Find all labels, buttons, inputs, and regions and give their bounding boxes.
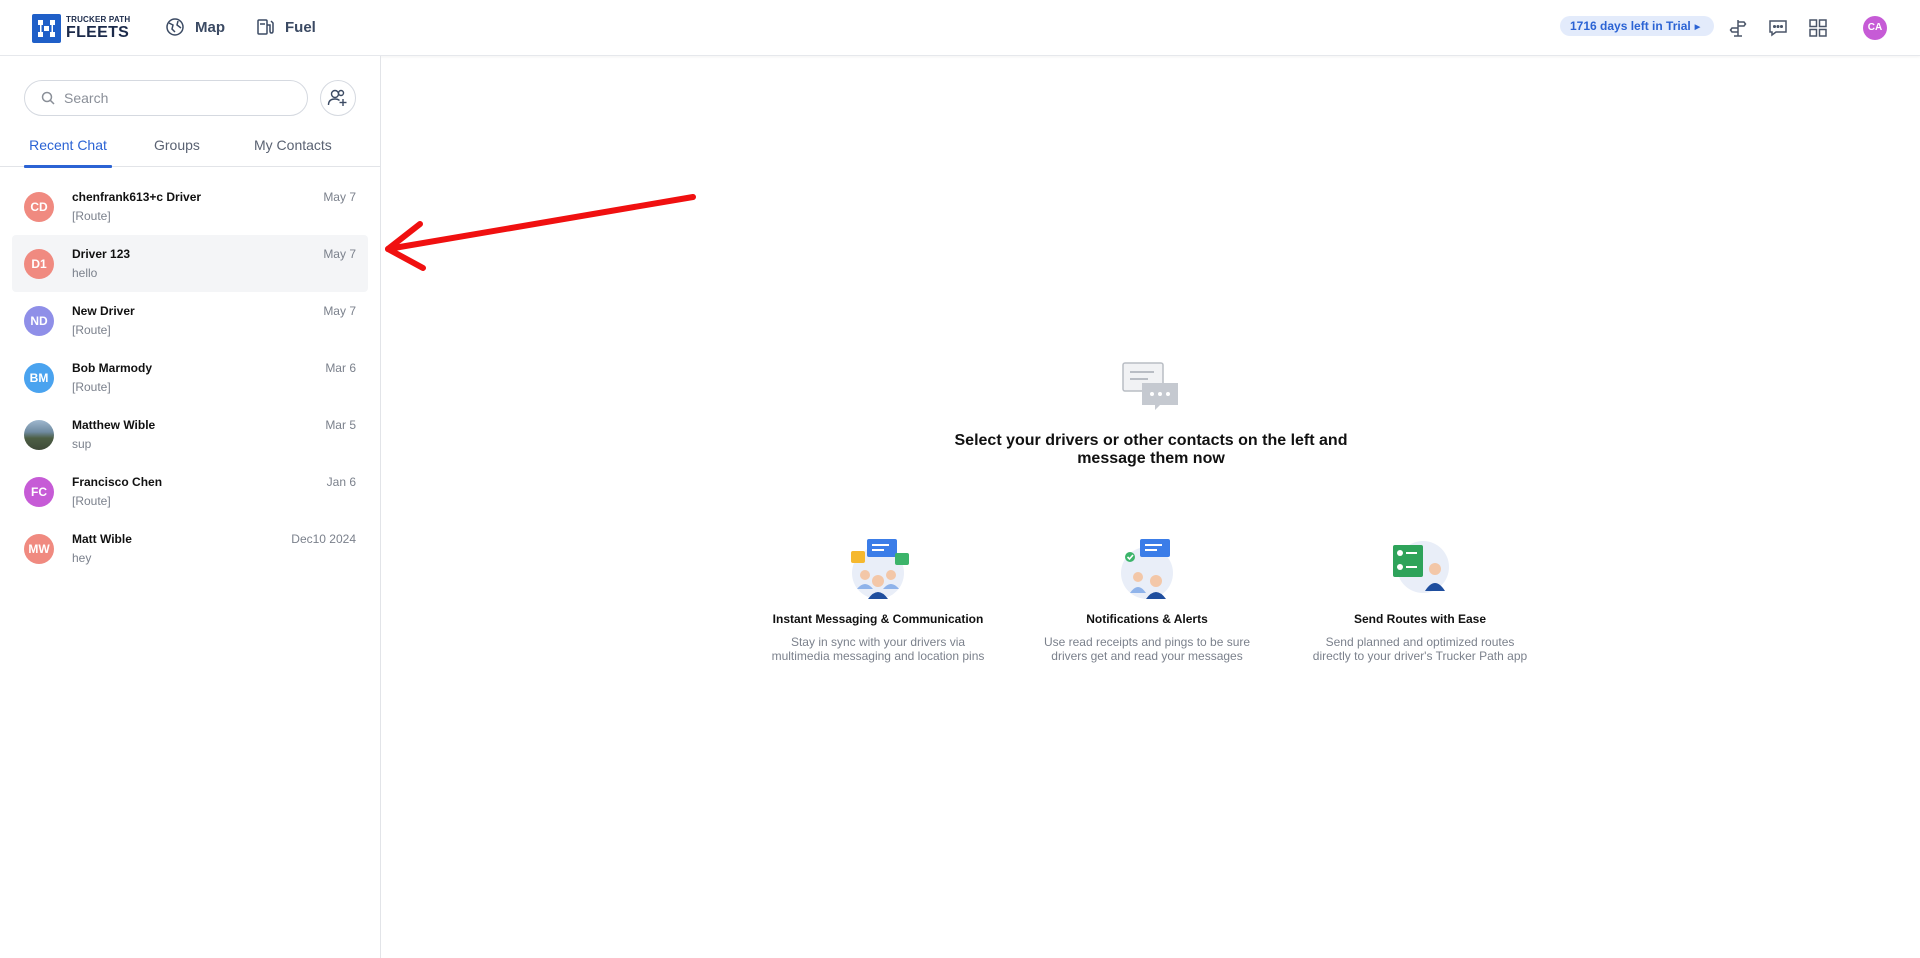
avatar: ND xyxy=(24,306,54,336)
fleets-logo[interactable]: TRUCKER PATH FLEETS xyxy=(32,14,130,43)
avatar: FC xyxy=(24,477,54,507)
add-contact-button[interactable] xyxy=(320,80,356,116)
message-preview: hey xyxy=(72,551,92,565)
contact-name: Francisco Chen xyxy=(72,475,163,489)
add-user-icon xyxy=(327,89,347,106)
avatar: D1 xyxy=(24,249,54,279)
nav-map-label: Map xyxy=(195,18,225,36)
feature-instant-messaging: Instant Messaging & Communication Stay i… xyxy=(763,537,993,663)
contact-name: New Driver xyxy=(72,304,135,318)
logo-brand-top: TRUCKER PATH xyxy=(66,15,131,24)
chat-list-item[interactable]: ND New Driver [Route] May 7 xyxy=(12,292,368,349)
feature-title: Notifications & Alerts xyxy=(1086,612,1208,626)
feature-description: Use read receipts and pings to be sure d… xyxy=(1043,635,1251,663)
nav-fuel[interactable]: Fuel xyxy=(255,17,316,37)
chat-list-item[interactable]: MW Matt Wible hey Dec10 2024 xyxy=(12,520,368,577)
signpost-icon[interactable] xyxy=(1727,17,1749,39)
messaging-illustration-icon xyxy=(851,539,909,599)
chat-sidebar: Recent Chat Groups My Contacts CD chenfr… xyxy=(0,56,381,958)
chat-list-item[interactable]: Matthew Wible sup Mar 5 xyxy=(12,406,368,463)
feature-description: Send planned and optimized routes direct… xyxy=(1312,635,1528,663)
avatar: BM xyxy=(24,363,54,393)
fuel-pump-icon xyxy=(257,19,274,35)
search-input[interactable] xyxy=(64,90,284,106)
message-date: May 7 xyxy=(323,247,356,261)
feature-description: Stay in sync with your drivers via multi… xyxy=(771,635,985,663)
feature-send-routes: Send Routes with Ease Send planned and o… xyxy=(1305,537,1535,663)
message-date: Dec10 2024 xyxy=(291,532,356,546)
trial-status-text: 1716 days left in Trial xyxy=(1570,19,1691,33)
recent-chat-list: CD chenfrank613+c Driver [Route] May 7 D… xyxy=(12,178,368,577)
tab-my-contacts[interactable]: My Contacts xyxy=(254,132,332,167)
apps-grid-icon[interactable] xyxy=(1807,17,1829,39)
tab-recent-chat[interactable]: Recent Chat xyxy=(24,132,112,168)
globe-icon xyxy=(166,18,184,36)
message-date: May 7 xyxy=(323,304,356,318)
contact-name: Matt Wible xyxy=(72,532,132,546)
routes-illustration-icon xyxy=(1393,541,1449,593)
caret-right-icon: ▶ xyxy=(1694,24,1701,31)
avatar-photo xyxy=(24,420,54,450)
contact-name: Bob Marmody xyxy=(72,361,153,375)
search-icon xyxy=(41,91,55,105)
chat-tabs: Recent Chat Groups My Contacts xyxy=(0,132,381,168)
top-navigation-bar: TRUCKER PATH FLEETS Map Fuel 1716 days l… xyxy=(0,0,1920,56)
trial-status-badge[interactable]: 1716 days left in Trial ▶ xyxy=(1560,16,1715,36)
logo-mark-icon xyxy=(32,14,61,43)
message-date: May 7 xyxy=(323,190,356,204)
avatar: CD xyxy=(24,192,54,222)
nav-map[interactable]: Map xyxy=(165,17,225,37)
message-date: Jan 6 xyxy=(326,475,356,489)
chat-list-item[interactable]: BM Bob Marmody [Route] Mar 6 xyxy=(12,349,368,406)
message-preview: [Route] xyxy=(72,380,111,394)
message-preview: [Route] xyxy=(72,494,111,508)
contact-name: Matthew Wible xyxy=(72,418,156,432)
nav-fuel-label: Fuel xyxy=(285,18,316,36)
avatar: MW xyxy=(24,534,54,564)
chat-bubbles-icon xyxy=(1122,362,1178,410)
message-preview: sup xyxy=(72,437,92,451)
contact-name: Driver 123 xyxy=(72,247,131,261)
message-preview: [Route] xyxy=(72,323,111,337)
notifications-illustration-icon xyxy=(1121,539,1173,599)
contact-name: chenfrank613+c Driver xyxy=(72,190,202,204)
chat-list-item[interactable]: CD chenfrank613+c Driver [Route] May 7 xyxy=(12,178,368,235)
tab-groups[interactable]: Groups xyxy=(154,132,200,167)
message-date: Mar 5 xyxy=(325,418,356,432)
feature-title: Send Routes with Ease xyxy=(1353,612,1487,626)
message-date: Mar 6 xyxy=(325,361,356,375)
message-preview: hello xyxy=(72,266,98,280)
chat-list-item-selected[interactable]: D1 Driver 123 hello May 7 xyxy=(12,235,368,292)
feature-notifications: Notifications & Alerts Use read receipts… xyxy=(1032,537,1262,663)
feature-title: Instant Messaging & Communication xyxy=(772,612,984,626)
logo-brand-bottom: FLEETS xyxy=(66,24,130,41)
annotation-arrow-icon xyxy=(385,194,696,271)
user-avatar[interactable]: CA xyxy=(1863,16,1887,40)
chat-list-item[interactable]: FC Francisco Chen [Route] Jan 6 xyxy=(12,463,368,520)
message-preview: [Route] xyxy=(72,209,111,223)
search-field[interactable] xyxy=(24,80,308,116)
chat-icon[interactable] xyxy=(1767,17,1789,39)
empty-state-title: Select your drivers or other contacts on… xyxy=(954,432,1348,467)
